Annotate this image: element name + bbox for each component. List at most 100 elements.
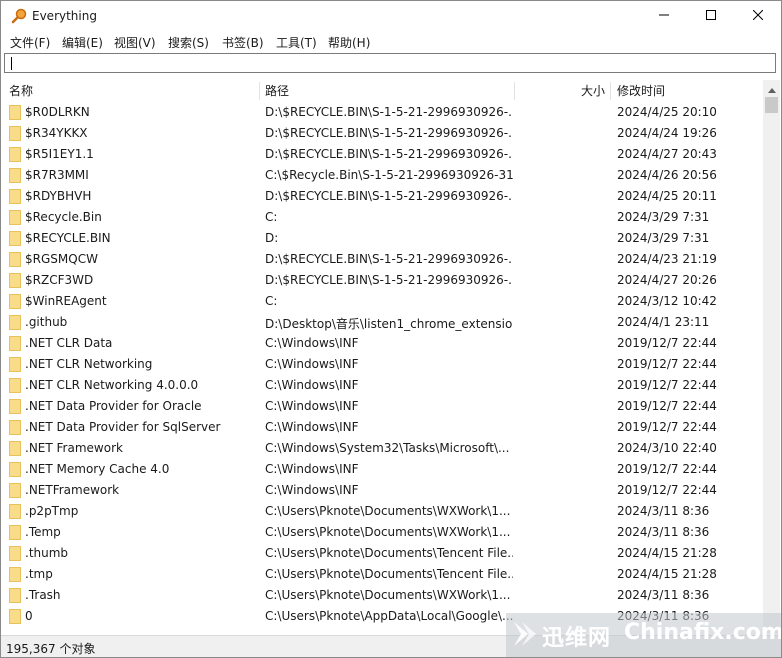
table-row[interactable]: .tmp C:\Users\Pknote\Documents\Tencent Fi… <box>1 564 763 585</box>
file-name: $RDYBHVH <box>25 189 92 203</box>
table-row[interactable]: $R0DLRKN D:\$RECYCLE.BIN\S-1-5-21-2996930… <box>1 102 763 123</box>
file-path: C:\Users\Pknote\Documents\WXWork\1... <box>265 504 511 518</box>
file-modified: 2024/4/15 21:28 <box>617 546 717 560</box>
folder-icon <box>9 357 21 372</box>
table-row[interactable]: .NET CLR Networking 4.0.0.0 C:\Windows\IN… <box>1 375 763 396</box>
text-caret <box>11 57 12 70</box>
window-title: Everything <box>32 9 97 23</box>
file-path: D:\$RECYCLE.BIN\S-1-5-21-2996930926-... <box>265 126 513 140</box>
table-row[interactable]: $RGSMQCW D:\$RECYCLE.BIN\S-1-5-21-2996930… <box>1 249 763 270</box>
column-header-modified[interactable]: 修改时间 <box>617 80 665 102</box>
folder-icon <box>9 441 21 456</box>
file-path: D:\$RECYCLE.BIN\S-1-5-21-2996930926-... <box>265 189 513 203</box>
everything-window: Everything 文件(F) 编辑(E) 视图(V) 搜索(S) 书签(B)… <box>0 0 782 658</box>
search-input[interactable] <box>5 54 775 72</box>
column-header-path[interactable]: 路径 <box>265 80 289 102</box>
table-row[interactable]: .Temp C:\Users\Pknote\Documents\WXWork\1.… <box>1 522 763 543</box>
table-row[interactable]: .NET Memory Cache 4.0 C:\Windows\INF 2019/… <box>1 459 763 480</box>
file-modified: 2019/12/7 22:44 <box>617 336 717 350</box>
file-path: C:\Users\Pknote\Documents\Tencent File..… <box>265 567 513 581</box>
folder-icon <box>9 378 21 393</box>
table-row[interactable]: .NETFramework C:\Windows\INF 2019/12/7 22:… <box>1 480 763 501</box>
table-row[interactable]: $RDYBHVH D:\$RECYCLE.BIN\S-1-5-21-2996930… <box>1 186 763 207</box>
column-header-size[interactable]: 大小 <box>581 80 605 102</box>
folder-icon <box>9 315 21 330</box>
results-list[interactable]: $R0DLRKN D:\$RECYCLE.BIN\S-1-5-21-2996930… <box>1 102 763 633</box>
file-path: C: <box>265 210 278 224</box>
file-name: $RGSMQCW <box>25 252 98 266</box>
table-row[interactable]: $Recycle.Bin C: 2024/3/29 7:31 <box>1 207 763 228</box>
search-box[interactable] <box>4 53 776 73</box>
file-modified: 2019/12/7 22:44 <box>617 378 717 392</box>
close-icon <box>752 9 764 23</box>
table-row[interactable]: .NET Data Provider for SqlServer C:\Windo… <box>1 417 763 438</box>
chevron-up-icon <box>767 82 776 96</box>
file-path: D:\$RECYCLE.BIN\S-1-5-21-2996930926-... <box>265 273 513 287</box>
table-row[interactable]: .github D:\Desktop\音乐\listen1_chrome_exte… <box>1 312 763 333</box>
minimize-icon <box>659 9 669 23</box>
column-divider[interactable] <box>610 82 611 100</box>
file-name: .Temp <box>25 525 61 539</box>
maximize-button[interactable] <box>688 1 734 31</box>
table-row[interactable]: $R7R3MMI C:\$Recycle.Bin\S-1-5-21-2996930… <box>1 165 763 186</box>
table-row[interactable]: $WinREAgent C: 2024/3/12 10:42 <box>1 291 763 312</box>
file-modified: 2024/4/25 20:10 <box>617 105 717 119</box>
file-modified: 2019/12/7 22:44 <box>617 357 717 371</box>
file-name: .NET CLR Networking <box>25 357 153 371</box>
folder-icon <box>9 126 21 141</box>
table-row[interactable]: .p2pTmp C:\Users\Pknote\Documents\WXWork\… <box>1 501 763 522</box>
file-name: $Recycle.Bin <box>25 210 102 224</box>
scroll-thumb[interactable] <box>765 97 778 113</box>
menu-view[interactable]: 视图(V) <box>114 34 156 51</box>
menu-bookmarks[interactable]: 书签(B) <box>222 34 264 51</box>
menu-tools[interactable]: 工具(T) <box>276 34 317 51</box>
scroll-up-button[interactable] <box>763 80 780 97</box>
table-row[interactable]: $R34YKKX D:\$RECYCLE.BIN\S-1-5-21-2996930… <box>1 123 763 144</box>
table-row[interactable]: .NET CLR Data C:\Windows\INF 2019/12/7 22:… <box>1 333 763 354</box>
file-path: C:\$Recycle.Bin\S-1-5-21-2996930926-31..… <box>265 168 513 182</box>
table-row[interactable]: $R5I1EY1.1 D:\$RECYCLE.BIN\S-1-5-21-29969… <box>1 144 763 165</box>
folder-icon <box>9 189 21 204</box>
menu-help[interactable]: 帮助(H) <box>328 34 370 51</box>
menu-edit[interactable]: 编辑(E) <box>62 34 103 51</box>
file-modified: 2024/3/11 8:36 <box>617 525 710 539</box>
table-row[interactable]: .thumb C:\Users\Pknote\Documents\Tencent … <box>1 543 763 564</box>
magnifier-icon <box>11 8 27 24</box>
file-name: .NETFramework <box>25 483 120 497</box>
title-bar[interactable]: Everything <box>1 1 781 31</box>
file-path: C:\Windows\INF <box>265 399 359 413</box>
file-path: D:\$RECYCLE.BIN\S-1-5-21-2996930926-... <box>265 252 513 266</box>
file-modified: 2024/3/11 8:36 <box>617 504 710 518</box>
vertical-scrollbar[interactable] <box>763 80 780 633</box>
close-button[interactable] <box>735 1 781 31</box>
minimize-button[interactable] <box>641 1 687 31</box>
table-row[interactable]: $RZCF3WD D:\$RECYCLE.BIN\S-1-5-21-2996930… <box>1 270 763 291</box>
folder-icon <box>9 567 21 582</box>
file-name: $WinREAgent <box>25 294 107 308</box>
menu-search[interactable]: 搜索(S) <box>168 34 209 51</box>
file-modified: 2024/4/26 20:56 <box>617 168 717 182</box>
table-row[interactable]: .Trash C:\Users\Pknote\Documents\WXWork\1… <box>1 585 763 606</box>
folder-icon <box>9 609 21 624</box>
folder-icon <box>9 336 21 351</box>
table-row[interactable]: $RECYCLE.BIN D: 2024/3/29 7:31 <box>1 228 763 249</box>
file-path: C:\Windows\INF <box>265 357 359 371</box>
file-modified: 2024/4/25 20:11 <box>617 189 717 203</box>
folder-icon <box>9 483 21 498</box>
menu-file[interactable]: 文件(F) <box>10 34 50 51</box>
file-path: D: <box>265 231 279 245</box>
table-row[interactable]: .NET CLR Networking C:\Windows\INF 2019/12… <box>1 354 763 375</box>
folder-icon <box>9 210 21 225</box>
file-path: D:\$RECYCLE.BIN\S-1-5-21-2996930926-... <box>265 105 513 119</box>
column-divider[interactable] <box>259 82 260 100</box>
file-name: .github <box>25 315 68 329</box>
folder-icon <box>9 273 21 288</box>
column-header-name[interactable]: 名称 <box>9 80 33 102</box>
folder-icon <box>9 504 21 519</box>
folder-icon <box>9 420 21 435</box>
menu-bar: 文件(F) 编辑(E) 视图(V) 搜索(S) 书签(B) 工具(T) 帮助(H… <box>1 31 781 52</box>
table-row[interactable]: .NET Data Provider for Oracle C:\Windows\… <box>1 396 763 417</box>
column-divider[interactable] <box>514 82 515 100</box>
file-name: .NET Framework <box>25 441 123 455</box>
table-row[interactable]: .NET Framework C:\Windows\System32\Tasks\… <box>1 438 763 459</box>
